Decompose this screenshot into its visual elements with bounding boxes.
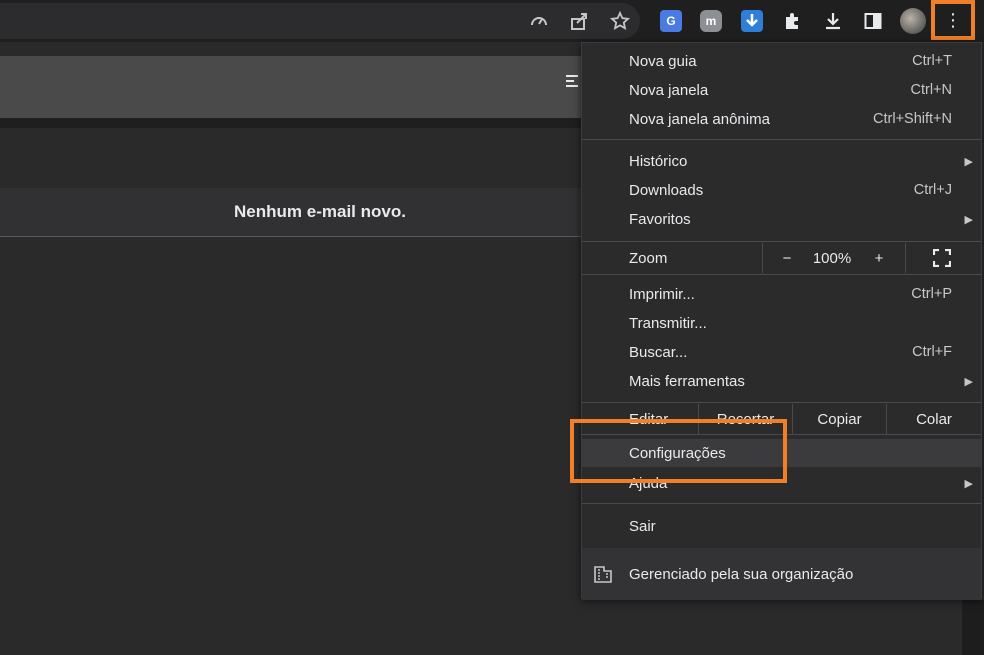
empty-inbox-message: Nenhum e-mail novo. [0, 188, 600, 237]
menu-item-history[interactable]: Histórico ▶ [582, 147, 981, 175]
share-icon[interactable] [566, 8, 592, 34]
menu-item-more-tools[interactable]: Mais ferramentas ▶ [582, 367, 981, 395]
zoom-label: Zoom [629, 249, 668, 267]
submenu-arrow-icon: ▶ [964, 375, 973, 388]
menu-separator [582, 274, 981, 275]
profile-avatar[interactable] [900, 8, 926, 34]
performance-icon[interactable] [526, 8, 552, 34]
menu-separator [582, 139, 981, 140]
bookmark-star-icon[interactable] [607, 8, 633, 34]
no-new-email-text: Nenhum e-mail novo. [234, 202, 406, 221]
downloads-icon[interactable] [820, 8, 846, 34]
building-icon [593, 564, 613, 584]
managed-by-organization[interactable]: Gerenciado pela sua organização [582, 548, 981, 600]
filter-settings-icon[interactable] [564, 72, 582, 100]
menu-item-bookmarks[interactable]: Favoritos ▶ [582, 205, 981, 233]
side-panel-icon[interactable] [860, 8, 886, 34]
menu-item-new-window[interactable]: Nova janela Ctrl+N [582, 76, 981, 104]
submenu-arrow-icon: ▶ [964, 155, 973, 168]
chrome-main-menu: Nova guia Ctrl+T Nova janela Ctrl+N Nova… [581, 42, 982, 600]
browser-toolbar: G m ⋮ [0, 0, 984, 42]
chrome-menu-button[interactable]: ⋮ [931, 0, 975, 40]
menu-item-cast[interactable]: Transmitir... [582, 309, 981, 337]
puzzle-extensions-icon[interactable] [779, 8, 805, 34]
menu-item-downloads[interactable]: Downloads Ctrl+J [582, 176, 981, 204]
copy-button[interactable]: Copiar [793, 404, 886, 434]
download-arrow-extension-icon[interactable] [741, 10, 763, 32]
zoom-in-button[interactable]: + [864, 243, 894, 273]
three-dots-menu-icon: ⋮ [944, 10, 962, 30]
banner-divider [0, 118, 600, 128]
menu-item-exit[interactable]: Sair [582, 512, 981, 540]
menu-item-print[interactable]: Imprimir... Ctrl+P [582, 280, 981, 308]
page-banner [0, 56, 600, 118]
menu-item-new-tab[interactable]: Nova guia Ctrl+T [582, 47, 981, 75]
submenu-arrow-icon: ▶ [964, 213, 973, 226]
paste-button[interactable]: Colar [887, 404, 981, 434]
mastodon-extension-icon[interactable]: m [700, 10, 722, 32]
menu-item-new-incognito-window[interactable]: Nova janela anônima Ctrl+Shift+N [582, 105, 981, 133]
menu-separator [582, 402, 981, 403]
menu-separator [582, 503, 981, 504]
menu-separator [582, 241, 981, 242]
google-translate-extension-icon[interactable]: G [660, 10, 682, 32]
zoom-out-button[interactable]: − [772, 243, 802, 273]
menu-item-find[interactable]: Buscar... Ctrl+F [582, 338, 981, 366]
zoom-row: Zoom − 100% + [582, 243, 981, 273]
settings-highlight-annotation [570, 419, 787, 483]
window-edge [962, 600, 984, 655]
zoom-level-value: 100% [812, 249, 852, 267]
submenu-arrow-icon: ▶ [964, 477, 973, 490]
fullscreen-icon[interactable] [927, 243, 957, 273]
